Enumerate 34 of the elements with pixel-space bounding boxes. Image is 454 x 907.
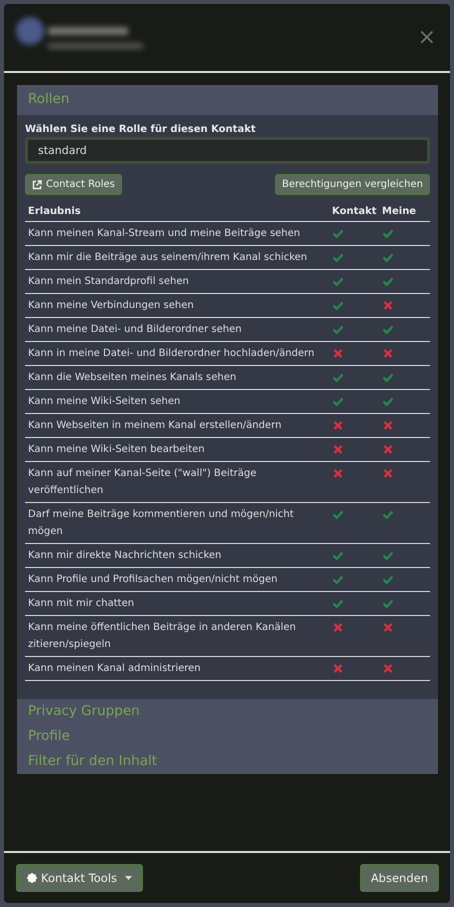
compare-button[interactable]: Berechtigungen vergleichen: [274, 174, 430, 195]
permission-label: Kann meine öffentlichen Beiträge in anderen Kanälen zitieren/spiegeln: [25, 616, 330, 656]
permission-label: Kann meine Wiki-Seiten sehen: [25, 390, 330, 414]
permission-label: Kann meinen Kanal administrieren: [25, 656, 330, 680]
permission-label: Darf meine Beiträge kommentieren und mögen/nicht mögen: [25, 502, 330, 544]
permission-label: Kann Profile und Profilsachen mögen/nicht mögen: [25, 568, 330, 592]
submit-button[interactable]: Absenden: [360, 864, 439, 892]
section-header[interactable]: Privacy Gruppen: [17, 699, 438, 724]
column-header: Kontakt: [330, 203, 380, 222]
external-link-icon: [32, 180, 42, 190]
section-header[interactable]: Rollen: [17, 85, 438, 115]
column-header: Erlaubnis: [25, 203, 330, 222]
permission-label: Kann mir direkte Nachrichten schicken: [25, 544, 330, 568]
field-label: Wählen Sie eine Rolle für diesen Kontakt: [25, 124, 257, 135]
column-header: Meine: [380, 203, 430, 222]
permission-label: Kann meinen Kanal-Stream und meine Beiträge sehen: [25, 222, 330, 246]
role-select[interactable]: standard: [25, 137, 430, 164]
kontakt-tools-button[interactable]: Kontakt Tools: [16, 864, 144, 892]
permission-label: Kann in meine Datei- und Bilderordner hochladen/ändern: [25, 342, 330, 366]
permission-label: Kann mir die Beiträge aus seinem/ihrem Kanal schicken: [25, 246, 330, 270]
gear-icon: [27, 873, 37, 883]
permission-label: Kann meine Verbindungen sehen: [25, 294, 330, 318]
permission-label: Kann meine Datei- und Bilderordner sehen: [25, 318, 330, 342]
contact-roles-button[interactable]: Contact Roles: [25, 174, 122, 195]
section-header[interactable]: Profile: [17, 724, 438, 749]
permission-label: Kann auf meiner Kanal-Seite ("wall") Beiträge veröffentlichen: [25, 462, 330, 502]
permission-label: Kann die Webseiten meines Kanals sehen: [25, 366, 330, 390]
section-header[interactable]: Filter für den Inhalt: [17, 749, 438, 774]
permission-label: Kann meine Wiki-Seiten bearbeiten: [25, 438, 330, 462]
caret-icon: [125, 876, 132, 880]
permission-label: Kann mit mir chatten: [25, 592, 330, 616]
close-button[interactable]: ×: [418, 26, 436, 48]
permission-label: Kann mein Standardprofil sehen: [25, 270, 330, 294]
permission-label: Kann Webseiten in meinem Kanal erstellen/ändern: [25, 414, 330, 438]
